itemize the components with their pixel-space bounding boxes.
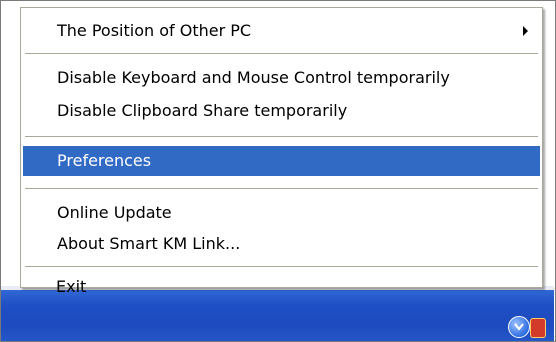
menu-item-label: Preferences: [57, 151, 152, 170]
menu-separator: [25, 136, 538, 137]
tray-app-icon[interactable]: [530, 318, 546, 338]
menu-item-label: Disable Clipboard Share temporarily: [57, 101, 348, 120]
menu-item-exit[interactable]: Exit: [22, 272, 539, 302]
menu-item-preferences[interactable]: Preferences: [23, 146, 540, 176]
context-menu: The Position of Other PC Disable Keyboar…: [20, 7, 543, 288]
menu-item-label: Online Update: [57, 203, 172, 222]
submenu-arrow-icon: [523, 26, 528, 36]
menu-item-label: About Smart KM Link...: [57, 234, 241, 253]
menu-item-label: Exit: [56, 277, 87, 296]
menu-item-label: Disable Keyboard and Mouse Control tempo…: [57, 68, 450, 87]
menu-item-position-of-other-pc[interactable]: The Position of Other PC: [23, 16, 540, 46]
menu-item-online-update[interactable]: Online Update: [23, 198, 540, 228]
menu-item-label: The Position of Other PC: [57, 21, 252, 40]
menu-item-about[interactable]: About Smart KM Link...: [23, 229, 540, 259]
menu-item-disable-keyboard-mouse[interactable]: Disable Keyboard and Mouse Control tempo…: [23, 63, 540, 93]
menu-separator: [25, 266, 538, 267]
menu-separator: [25, 53, 538, 54]
tray-chevron-icon[interactable]: [508, 316, 530, 338]
menu-separator: [25, 188, 538, 189]
menu-item-disable-clipboard-share[interactable]: Disable Clipboard Share temporarily: [23, 96, 540, 126]
